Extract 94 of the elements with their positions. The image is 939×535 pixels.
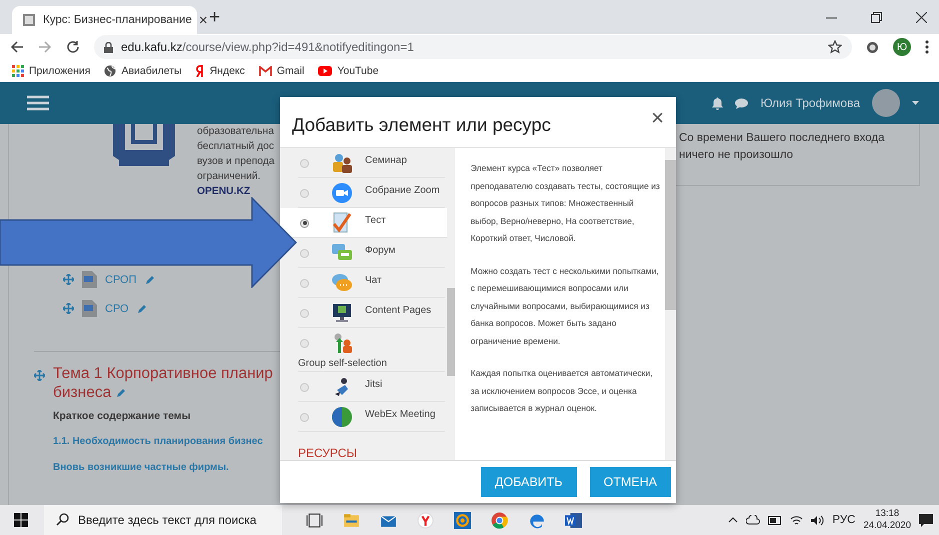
task-view-icon[interactable] — [306, 512, 323, 528]
topic-title: Тема 1 Корпоративное планир — [53, 364, 273, 383]
activity-option[interactable]: Content Pages — [298, 298, 445, 328]
dialog-title: Добавить элемент или ресурс — [292, 113, 552, 136]
bookmark-link[interactable]: Яндекс — [196, 65, 245, 77]
word-document-icon — [82, 300, 97, 317]
new-tab-button[interactable]: + — [209, 7, 220, 29]
openu-link[interactable]: OPENU.KZ — [197, 184, 250, 199]
search-icon — [56, 513, 69, 526]
star-icon[interactable] — [828, 40, 842, 54]
user-name[interactable]: Юлия Трофимова — [760, 96, 860, 110]
restore-icon[interactable] — [871, 12, 882, 22]
radio-button[interactable] — [300, 308, 309, 318]
reload-icon[interactable] — [66, 40, 80, 54]
cloud-icon[interactable] — [746, 515, 760, 525]
intro-text: бесплатный дос — [197, 140, 274, 154]
tab-close-button[interactable]: × — [198, 12, 208, 28]
scrollbar[interactable] — [665, 148, 676, 460]
radio-button[interactable] — [300, 218, 309, 228]
pencil-icon[interactable] — [136, 304, 147, 314]
notification-icon[interactable] — [919, 514, 933, 526]
wifi-icon[interactable] — [790, 514, 804, 526]
language-indicator[interactable]: РУС — [832, 514, 856, 526]
summary-heading: Краткое содержание темы — [53, 410, 192, 422]
menu-dots-icon[interactable] — [925, 40, 929, 54]
bookmark-link[interactable]: YouTube — [318, 65, 379, 77]
topic-title: бизнеса — [53, 383, 112, 402]
radio-button[interactable] — [300, 158, 309, 168]
page-icon — [22, 13, 36, 27]
chat-icon[interactable] — [735, 98, 748, 108]
pencil-icon[interactable] — [116, 388, 126, 398]
lock-icon — [104, 42, 113, 52]
intro-text: образовательна — [197, 125, 274, 139]
caret-icon[interactable] — [912, 101, 919, 105]
radio-button[interactable] — [300, 382, 309, 392]
back-icon[interactable] — [10, 40, 24, 54]
move-icon[interactable] — [63, 303, 74, 314]
radio-button[interactable] — [300, 248, 309, 258]
radio-button[interactable] — [300, 278, 309, 288]
description-text: Элемент курса «Тест» позволяет преподавателю создавать тесты, состоящие из вопросов разных типов: Множественный выбор, Верно/неверно, На соответствие, Короткий ответ, Числовой. — [470, 162, 661, 245]
user-avatar[interactable] — [872, 89, 900, 117]
radio-button[interactable] — [300, 338, 309, 348]
description-text: Можно создать тест с несколькими попытками, с перемешивающимися вопросами или случайными вопросами, выбирающимися из банка вопросов. Может быть задано ограничение времени. — [470, 264, 660, 348]
move-icon[interactable] — [34, 370, 45, 381]
description-text: Каждая попытка оценивается автоматически, за исключением вопросов Эссе, и оценка записывается в журнал оценок. — [470, 367, 654, 415]
intro-text: вузов и препода — [197, 155, 275, 169]
monitor-icon — [331, 302, 353, 324]
activity-option[interactable]: Семинар — [298, 148, 445, 178]
youtube-icon — [318, 66, 332, 76]
at-sign-icon[interactable] — [454, 512, 471, 528]
windows-logo-icon[interactable] — [14, 513, 28, 527]
activity-option[interactable]: Jitsi — [298, 372, 445, 402]
section-heading: РЕСУРСЫ — [297, 445, 358, 460]
intro-text: ограничений. — [197, 170, 261, 184]
video-camera-icon — [331, 182, 353, 204]
tab-title: Курс: Бизнес-планирование — [43, 14, 192, 26]
activity-option[interactable]: Чат — [298, 268, 445, 298]
checkmark-document-icon — [331, 212, 353, 234]
radio-button[interactable] — [300, 412, 309, 422]
bookmark-link[interactable]: Приложения — [12, 65, 90, 77]
chrome-icon[interactable] — [491, 512, 508, 528]
radio-button[interactable] — [300, 188, 309, 198]
globe-icon — [104, 65, 116, 77]
word-icon[interactable] — [565, 512, 582, 528]
close-icon[interactable] — [916, 12, 927, 22]
battery-icon[interactable] — [768, 516, 782, 524]
speaker-icon[interactable] — [811, 514, 824, 526]
y-browser-icon[interactable] — [417, 512, 434, 528]
activity-option[interactable]: Тест — [280, 208, 447, 238]
sphere-icon — [331, 406, 353, 428]
gmail-icon — [258, 66, 272, 76]
pencil-icon[interactable] — [144, 274, 155, 284]
people-icon — [331, 152, 353, 174]
activity-option[interactable]: WebEx Meeting — [298, 402, 445, 432]
move-icon[interactable] — [63, 274, 74, 285]
clock[interactable]: 13:18 24.04.2020 — [863, 508, 911, 532]
activity-option[interactable]: Group self-selection — [298, 328, 445, 372]
folder-icon[interactable] — [343, 512, 360, 528]
url-text[interactable]: edu.kafu.kz/course/view.php?id=491&notifyeditingon=1 — [121, 40, 820, 54]
profile-avatar[interactable]: Ю — [893, 38, 911, 56]
search-field[interactable]: Введите здесь текст для поиска — [44, 505, 282, 535]
yandex-logo-icon — [196, 65, 205, 77]
word-document-icon — [82, 271, 97, 288]
apps-grid-icon — [12, 65, 24, 77]
extension-icon[interactable] — [866, 40, 879, 54]
bell-icon[interactable] — [712, 96, 724, 110]
menu-icon[interactable] — [27, 95, 49, 111]
chat-bubbles-icon — [331, 272, 353, 294]
address-bar[interactable]: edu.kafu.kz/course/view.php?id=491&notifyeditingon=1 — [94, 35, 852, 59]
activity-option[interactable]: Форум — [298, 238, 445, 268]
bookmark-link[interactable]: Авиабилеты — [104, 65, 182, 77]
bookmark-link[interactable]: Gmail — [258, 65, 304, 77]
caret-up-icon[interactable] — [728, 517, 738, 523]
edge-icon[interactable] — [528, 512, 545, 528]
